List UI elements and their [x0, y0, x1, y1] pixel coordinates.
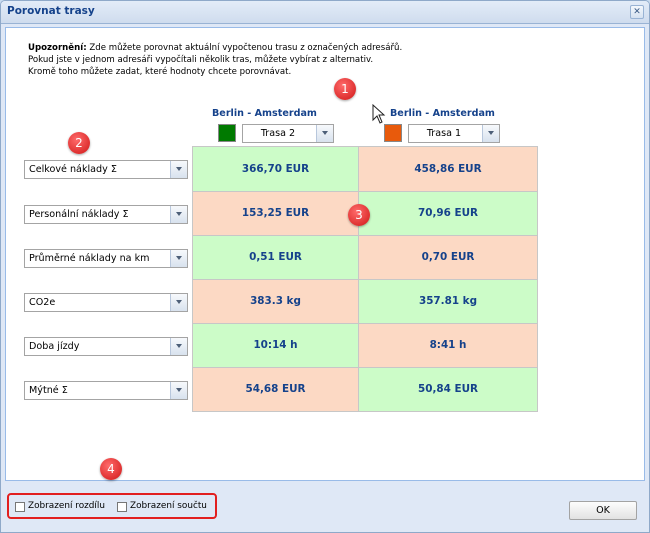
- chevron-down-icon[interactable]: [170, 250, 187, 267]
- metric-select-value: Personální náklady Σ: [29, 209, 129, 220]
- metric-select-6[interactable]: Mýtné Σ: [24, 381, 188, 400]
- value-cell-r6-c2: 50,84 EUR: [358, 367, 538, 412]
- route-2-select-value: Trasa 1: [426, 128, 462, 139]
- value-cell-r5-c1: 10:14 h: [192, 323, 359, 368]
- content-panel: Upozornění: Zde můžete porovnat aktuální…: [5, 27, 645, 481]
- value-cell-r1-c1: 366,70 EUR: [192, 146, 359, 192]
- notice-line-1: Zde můžete porovnat aktuální vypočtenou …: [89, 43, 403, 53]
- chevron-down-icon[interactable]: [316, 125, 333, 142]
- value-cell-r2-c2: 70,96 EUR: [358, 191, 538, 236]
- dialog-footer: Zobrazení rozdílu Zobrazení součtu OK: [1, 485, 649, 532]
- close-icon[interactable]: ✕: [630, 5, 644, 19]
- route-2-select[interactable]: Trasa 1: [408, 124, 500, 143]
- chevron-down-icon[interactable]: [170, 338, 187, 355]
- value-cell-r4-c2: 357.81 kg: [358, 279, 538, 324]
- metric-select-3[interactable]: Průměrné náklady na km: [24, 249, 188, 268]
- route-1-color-swatch[interactable]: [218, 124, 236, 142]
- metric-select-value: Průměrné náklady na km: [29, 253, 150, 264]
- route-2-title: Berlin - Amsterdam: [390, 108, 495, 119]
- value-cell-r5-c2: 8:41 h: [358, 323, 538, 368]
- annotation-badge-4: 4: [100, 458, 122, 480]
- annotation-badge-2: 2: [68, 132, 90, 154]
- chevron-down-icon[interactable]: [170, 294, 187, 311]
- chevron-down-icon[interactable]: [170, 206, 187, 223]
- metric-select-5[interactable]: Doba jízdy: [24, 337, 188, 356]
- title-bar: Porovnat trasy ✕: [1, 1, 649, 24]
- show-difference-checkbox[interactable]: [15, 502, 25, 512]
- chevron-down-icon[interactable]: [170, 161, 187, 178]
- notice-line-3: Kromě toho můžete zadat, které hodnoty c…: [28, 67, 292, 77]
- value-cell-r4-c1: 383.3 kg: [192, 279, 359, 324]
- checkbox-group: Zobrazení rozdílu Zobrazení součtu: [7, 493, 217, 519]
- compare-routes-dialog: Porovnat trasy ✕ Upozornění: Zde můžete …: [0, 0, 650, 533]
- metric-select-value: Celkové náklady Σ: [29, 164, 117, 175]
- chevron-down-icon[interactable]: [170, 382, 187, 399]
- metric-select-value: CO2e: [29, 297, 56, 308]
- ok-button[interactable]: OK: [569, 501, 637, 520]
- show-difference-label[interactable]: Zobrazení rozdílu: [28, 501, 105, 511]
- value-cell-r6-c1: 54,68 EUR: [192, 367, 359, 412]
- mouse-pointer-icon: [372, 104, 386, 124]
- show-sum-checkbox[interactable]: [117, 502, 127, 512]
- metric-select-2[interactable]: Personální náklady Σ: [24, 205, 188, 224]
- route-2-color-swatch[interactable]: [384, 124, 402, 142]
- metric-select-value: Mýtné Σ: [29, 385, 68, 396]
- value-cell-r3-c1: 0,51 EUR: [192, 235, 359, 280]
- value-cell-r2-c1: 153,25 EUR: [192, 191, 359, 236]
- route-1-select-value: Trasa 2: [260, 128, 296, 139]
- metric-select-4[interactable]: CO2e: [24, 293, 188, 312]
- annotation-badge-1: 1: [334, 78, 356, 100]
- chevron-down-icon[interactable]: [482, 125, 499, 142]
- route-1-title: Berlin - Amsterdam: [212, 108, 317, 119]
- window-title: Porovnat trasy: [7, 5, 95, 17]
- route-1-select[interactable]: Trasa 2: [242, 124, 334, 143]
- metric-select-1[interactable]: Celkové náklady Σ: [24, 160, 188, 179]
- notice-text: Upozornění: Zde můžete porovnat aktuální…: [28, 42, 628, 78]
- annotation-badge-3: 3: [348, 204, 370, 226]
- notice-line-2: Pokud jste v jednom adresáři vypočítali …: [28, 55, 374, 65]
- value-cell-r1-c2: 458,86 EUR: [358, 146, 538, 192]
- show-sum-label[interactable]: Zobrazení součtu: [130, 501, 207, 511]
- notice-label: Upozornění:: [28, 43, 87, 53]
- metric-select-value: Doba jízdy: [29, 341, 80, 352]
- value-cell-r3-c2: 0,70 EUR: [358, 235, 538, 280]
